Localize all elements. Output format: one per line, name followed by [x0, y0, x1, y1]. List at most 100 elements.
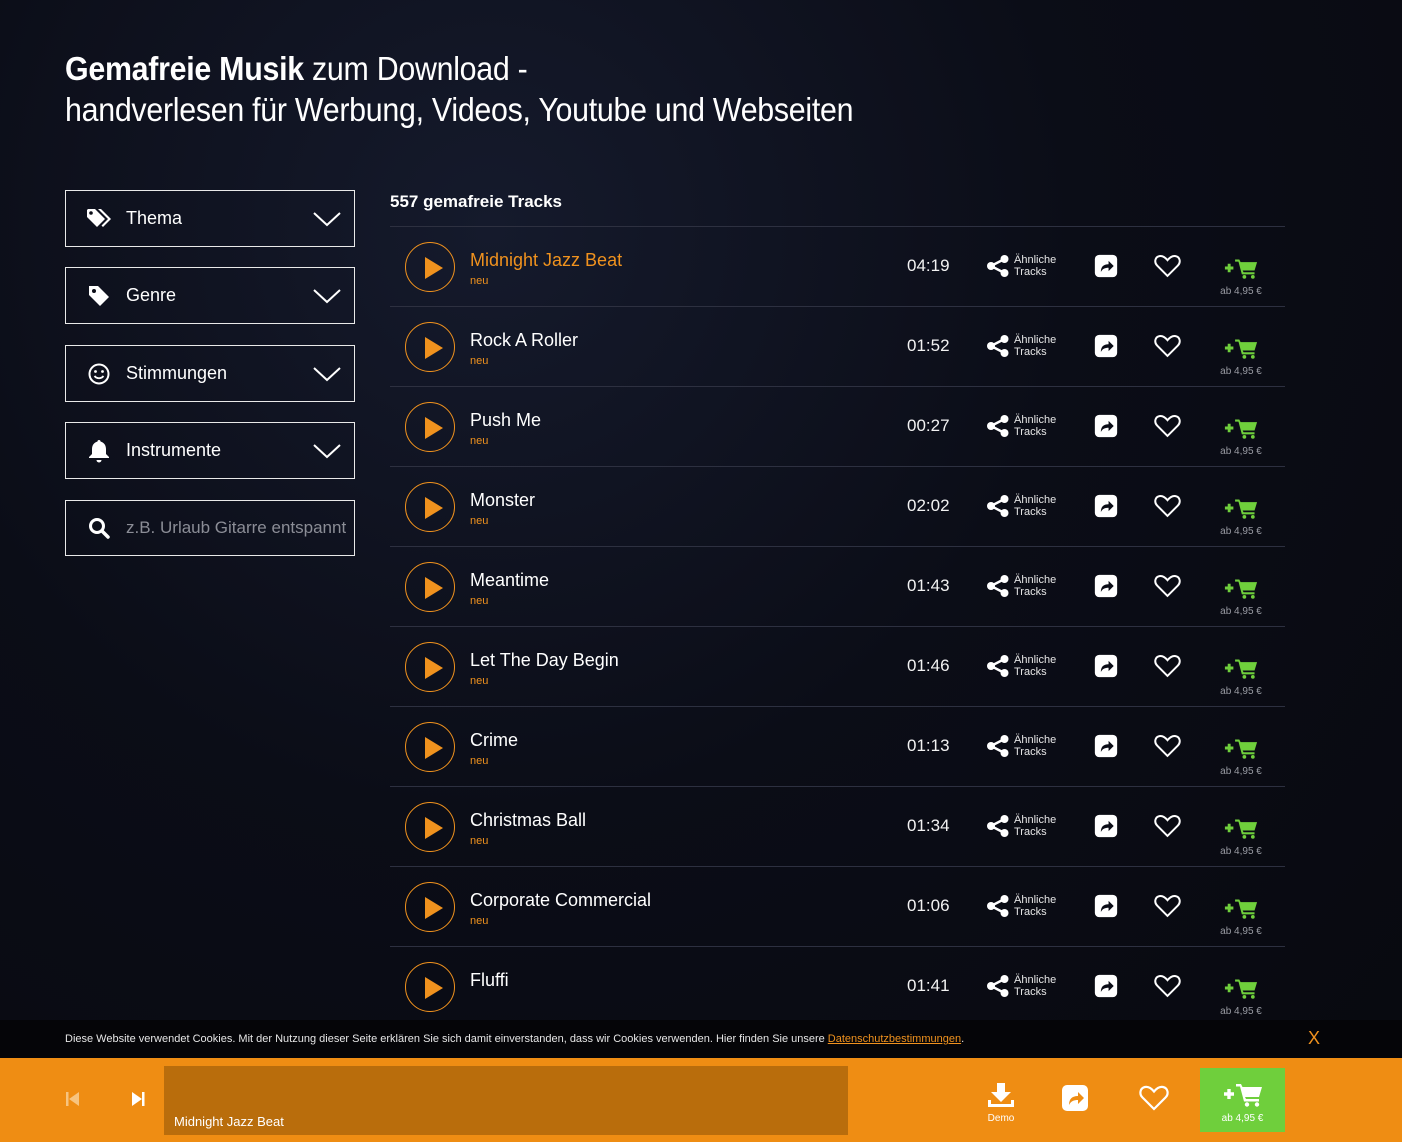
track-title[interactable]: Fluffi [470, 970, 509, 991]
track-row: Let The Day Begin neu 01:46 Ähnliche Trac… [390, 627, 1285, 707]
track-title[interactable]: Meantime [470, 570, 549, 591]
add-to-cart-button[interactable]: ab 4,95 € [1216, 417, 1266, 457]
previous-track-icon[interactable] [66, 1091, 80, 1112]
track-price: ab 4,95 € [1220, 846, 1262, 857]
similar-tracks-button[interactable]: Ähnliche Tracks [986, 974, 1056, 998]
similar-tracks-button[interactable]: Ähnliche Tracks [986, 494, 1056, 518]
similar-line1: Ähnliche [1014, 894, 1057, 906]
similar-line1: Ähnliche [1014, 414, 1057, 426]
similar-line2: Tracks [1014, 746, 1047, 758]
share-icon[interactable] [1094, 494, 1118, 523]
player-share-icon[interactable] [1061, 1084, 1089, 1117]
similar-tracks-button[interactable]: Ähnliche Tracks [986, 414, 1056, 438]
play-button[interactable] [405, 802, 455, 852]
filter-genre[interactable]: Genre [65, 267, 355, 324]
track-title[interactable]: Midnight Jazz Beat [470, 250, 622, 271]
similar-tracks-button[interactable]: Ähnliche Tracks [986, 654, 1056, 678]
share-icon[interactable] [1094, 574, 1118, 603]
add-to-cart-button[interactable]: ab 4,95 € [1216, 577, 1266, 617]
add-to-cart-button[interactable]: ab 4,95 € [1216, 737, 1266, 777]
similar-tracks-label: Ähnliche Tracks [1014, 574, 1056, 598]
play-button[interactable] [405, 962, 455, 1012]
similar-tracks-button[interactable]: Ähnliche Tracks [986, 574, 1056, 598]
chevron-down-icon [313, 443, 341, 458]
add-to-cart-button[interactable]: ab 4,95 € [1216, 497, 1266, 537]
demo-download-button[interactable]: Demo [984, 1082, 1018, 1124]
track-title[interactable]: Let The Day Begin [470, 650, 619, 671]
share-icon[interactable] [1094, 654, 1118, 683]
add-cart-icon [1224, 419, 1258, 439]
favorite-heart-icon[interactable] [1154, 734, 1181, 763]
share-icon[interactable] [1094, 894, 1118, 923]
share-icon[interactable] [1094, 814, 1118, 843]
track-title[interactable]: Monster [470, 490, 535, 511]
share-nodes-icon [987, 975, 1009, 997]
new-badge: neu [470, 675, 489, 687]
cookie-close-button[interactable]: X [1308, 1028, 1320, 1049]
share-nodes-icon [987, 495, 1009, 517]
similar-tracks-button[interactable]: Ähnliche Tracks [986, 334, 1056, 358]
track-row: Rock A Roller neu 01:52 Ähnliche Tracks a… [390, 307, 1285, 387]
favorite-heart-icon[interactable] [1154, 254, 1181, 283]
play-button[interactable] [405, 562, 455, 612]
similar-line1: Ähnliche [1014, 654, 1057, 666]
similar-line1: Ähnliche [1014, 334, 1057, 346]
track-title[interactable]: Christmas Ball [470, 810, 586, 831]
play-button[interactable] [405, 642, 455, 692]
favorite-heart-icon[interactable] [1154, 894, 1181, 923]
play-button[interactable] [405, 882, 455, 932]
smiley-icon [86, 361, 112, 387]
play-button[interactable] [405, 242, 455, 292]
tag-icon [86, 283, 112, 309]
filter-instrumente[interactable]: Instrumente [65, 422, 355, 479]
add-to-cart-button[interactable]: ab 4,95 € [1216, 257, 1266, 297]
add-to-cart-button[interactable]: ab 4,95 € [1216, 337, 1266, 377]
similar-line2: Tracks [1014, 986, 1047, 998]
play-button[interactable] [405, 722, 455, 772]
share-nodes-icon [987, 575, 1009, 597]
share-icon[interactable] [1094, 414, 1118, 443]
privacy-link[interactable]: Datenschutzbestimmungen [828, 1033, 961, 1045]
share-nodes-icon [987, 255, 1009, 277]
add-to-cart-button[interactable]: ab 4,95 € [1216, 977, 1266, 1017]
filter-stimmungen[interactable]: Stimmungen [65, 345, 355, 402]
favorite-heart-icon[interactable] [1154, 974, 1181, 1003]
track-title[interactable]: Rock A Roller [470, 330, 578, 351]
similar-tracks-button[interactable]: Ähnliche Tracks [986, 254, 1056, 278]
search-icon [86, 515, 112, 541]
similar-tracks-label: Ähnliche Tracks [1014, 334, 1056, 358]
favorite-heart-icon[interactable] [1154, 334, 1181, 363]
search-box[interactable] [65, 500, 355, 556]
similar-tracks-button[interactable]: Ähnliche Tracks [986, 814, 1056, 838]
track-title[interactable]: Corporate Commercial [470, 890, 651, 911]
similar-tracks-button[interactable]: Ähnliche Tracks [986, 894, 1056, 918]
share-icon[interactable] [1094, 974, 1118, 1003]
filter-thema[interactable]: Thema [65, 190, 355, 247]
share-icon[interactable] [1094, 254, 1118, 283]
track-title[interactable]: Crime [470, 730, 518, 751]
next-track-icon[interactable] [131, 1091, 145, 1112]
favorite-heart-icon[interactable] [1154, 574, 1181, 603]
add-to-cart-button[interactable]: ab 4,95 € [1216, 657, 1266, 697]
track-price: ab 4,95 € [1220, 446, 1262, 457]
favorite-heart-icon[interactable] [1154, 814, 1181, 843]
play-button[interactable] [405, 482, 455, 532]
share-icon[interactable] [1094, 334, 1118, 363]
player-favorite-icon[interactable] [1139, 1085, 1169, 1116]
favorite-heart-icon[interactable] [1154, 414, 1181, 443]
add-to-cart-button[interactable]: ab 4,95 € [1216, 817, 1266, 857]
play-button[interactable] [405, 402, 455, 452]
waveform-progress[interactable]: Midnight Jazz Beat [164, 1066, 848, 1135]
similar-tracks-button[interactable]: Ähnliche Tracks [986, 734, 1056, 758]
play-button[interactable] [405, 322, 455, 372]
track-title[interactable]: Push Me [470, 410, 541, 431]
add-to-cart-button[interactable]: ab 4,95 € [1216, 897, 1266, 937]
track-duration: 01:41 [907, 976, 950, 995]
share-icon[interactable] [1094, 734, 1118, 763]
search-input[interactable] [126, 518, 346, 538]
favorite-heart-icon[interactable] [1154, 654, 1181, 683]
favorite-heart-icon[interactable] [1154, 494, 1181, 523]
player-add-to-cart-button[interactable]: ab 4,95 € [1200, 1068, 1285, 1132]
audio-player: Midnight Jazz Beat Demo ab 4,95 € [0, 1058, 1402, 1142]
track-price: ab 4,95 € [1220, 766, 1262, 777]
